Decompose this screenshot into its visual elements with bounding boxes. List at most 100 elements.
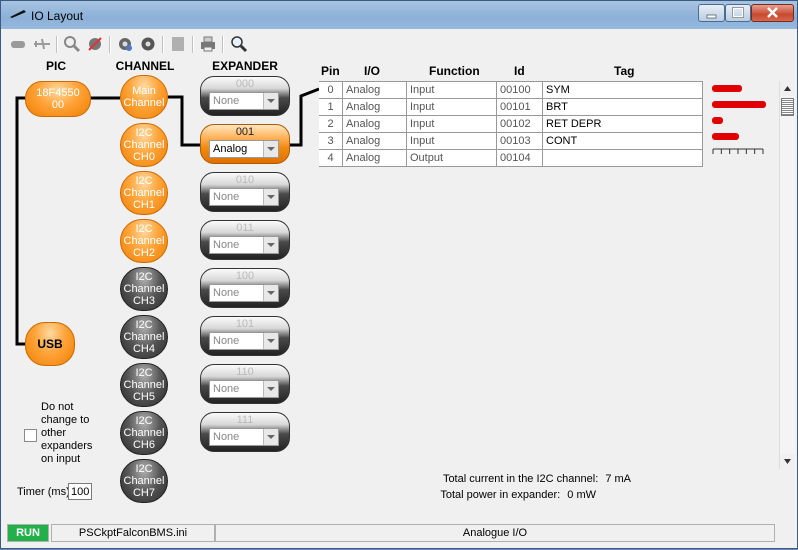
status-mode: Analogue I/O bbox=[215, 524, 775, 542]
pic-button[interactable]: 18F4550 00 bbox=[25, 81, 91, 117]
timer-input[interactable]: 100 bbox=[68, 483, 92, 500]
vertical-scrollbar[interactable] bbox=[779, 81, 795, 469]
cell-tag: RET DEPR bbox=[543, 116, 703, 132]
output-scale bbox=[712, 148, 764, 154]
cell-io: Analog bbox=[343, 150, 407, 166]
channel-label: Channel bbox=[123, 97, 165, 109]
expander-address: 110 bbox=[236, 366, 254, 378]
io-layout-window: IO Layout PIC CHANNEL EXPANDER 18F4550 0… bbox=[0, 0, 798, 549]
expander-slot[interactable]: 111 None bbox=[200, 412, 290, 452]
cell-function: Input bbox=[407, 82, 497, 98]
channel-button[interactable]: I2C Channel CH4 bbox=[120, 315, 168, 359]
table-row[interactable]: 1 Analog Input 00101 BRT bbox=[319, 99, 703, 116]
cell-pin: 0 bbox=[319, 82, 343, 98]
chevron-down-icon[interactable] bbox=[263, 93, 278, 109]
table-row[interactable]: 3 Analog Input 00103 CONT bbox=[319, 133, 703, 150]
expander-slot[interactable]: 100 None bbox=[200, 268, 290, 308]
expander-slot[interactable]: 001 Analog bbox=[200, 124, 290, 164]
expander-type-value: None bbox=[213, 191, 240, 203]
chevron-down-icon[interactable] bbox=[263, 189, 278, 205]
chevron-down-icon[interactable] bbox=[263, 237, 278, 253]
table-row[interactable]: 2 Analog Input 00102 RET DEPR bbox=[319, 116, 703, 133]
table-row[interactable]: 0 Analog Input 00100 SYM bbox=[319, 82, 703, 99]
channel-button[interactable]: I2C Channel CH1 bbox=[120, 171, 168, 215]
scroll-thumb[interactable] bbox=[781, 98, 794, 116]
cell-io: Analog bbox=[343, 133, 407, 149]
channel-label: I2C bbox=[135, 175, 153, 187]
channel-label: CH4 bbox=[132, 343, 155, 355]
timer-label: Timer (ms) bbox=[17, 486, 70, 498]
no-change-checkbox[interactable] bbox=[24, 429, 37, 442]
channel-button[interactable]: I2C Channel CH2 bbox=[120, 219, 168, 263]
channel-button[interactable]: I2C Channel CH5 bbox=[120, 363, 168, 407]
cell-tag: CONT bbox=[543, 133, 703, 149]
expander-type-select[interactable]: None bbox=[209, 92, 279, 110]
chevron-down-icon[interactable] bbox=[263, 381, 278, 397]
channel-button[interactable]: I2C Channel CH3 bbox=[120, 267, 168, 311]
channel-button[interactable]: I2C Channel CH7 bbox=[120, 459, 168, 503]
table-row[interactable]: 4 Analog Output 00104 bbox=[319, 150, 703, 167]
expander-type-select[interactable]: None bbox=[209, 188, 279, 206]
channel-label: I2C bbox=[135, 223, 153, 235]
channel-label: CH1 bbox=[132, 199, 155, 211]
cell-function: Input bbox=[407, 99, 497, 115]
io-header: I/O bbox=[364, 64, 381, 78]
cell-pin: 3 bbox=[319, 133, 343, 149]
channel-label: Channel bbox=[123, 331, 165, 343]
status-filename: PSCkptFalconBMS.ini bbox=[51, 524, 215, 542]
power-value: 0 mW bbox=[567, 489, 596, 501]
channel-label: I2C bbox=[135, 463, 153, 475]
pic-header: PIC bbox=[45, 59, 66, 73]
expander-type-value: None bbox=[213, 383, 240, 395]
function-header: Function bbox=[429, 64, 480, 78]
usb-button[interactable]: USB bbox=[25, 322, 75, 366]
chevron-down-icon[interactable] bbox=[263, 429, 278, 445]
current-label: Total current in the I2C channel: bbox=[442, 473, 599, 485]
expander-type-value: None bbox=[213, 335, 240, 347]
current-value: 7 mA bbox=[605, 473, 631, 485]
level-bar bbox=[712, 117, 723, 124]
expander-type-select[interactable]: None bbox=[209, 236, 279, 254]
expander-slot[interactable]: 011 None bbox=[200, 220, 290, 260]
chevron-down-icon[interactable] bbox=[263, 285, 278, 301]
channel-label: Main bbox=[132, 85, 156, 97]
expander-type-select[interactable]: None bbox=[209, 428, 279, 446]
expander-type-value: None bbox=[213, 431, 240, 443]
expander-type-value: None bbox=[213, 287, 240, 299]
channel-label: Channel bbox=[123, 139, 165, 151]
expander-slot[interactable]: 101 None bbox=[200, 316, 290, 356]
channel-button[interactable]: I2C Channel CH0 bbox=[120, 123, 168, 167]
channel-button[interactable]: Main Channel bbox=[120, 75, 168, 119]
chevron-down-icon[interactable] bbox=[263, 141, 278, 157]
cell-id: 00102 bbox=[497, 116, 543, 132]
channel-label: CH6 bbox=[132, 439, 155, 451]
expander-address: 001 bbox=[235, 126, 255, 138]
pin-header: Pin bbox=[321, 64, 340, 78]
expander-slot[interactable]: 010 None bbox=[200, 172, 290, 212]
expander-type-select[interactable]: Analog bbox=[209, 140, 279, 158]
channel-label: Channel bbox=[123, 235, 165, 247]
chevron-down-icon[interactable] bbox=[263, 333, 278, 349]
status-bar: RUN PSCkptFalconBMS.ini Analogue I/O bbox=[5, 524, 795, 544]
cell-pin: 1 bbox=[319, 99, 343, 115]
expander-address: 111 bbox=[236, 414, 254, 426]
channel-label: CH3 bbox=[132, 295, 155, 307]
scroll-up-button[interactable] bbox=[780, 81, 795, 96]
pic-address: 00 bbox=[51, 99, 65, 111]
expander-type-value: None bbox=[213, 239, 240, 251]
scroll-down-button[interactable] bbox=[780, 454, 795, 469]
cell-io: Analog bbox=[343, 116, 407, 132]
channel-label: I2C bbox=[135, 319, 153, 331]
expander-slot[interactable]: 110 None bbox=[200, 364, 290, 404]
expander-slot[interactable]: 000 None bbox=[200, 76, 290, 116]
cell-io: Analog bbox=[343, 82, 407, 98]
expander-type-select[interactable]: None bbox=[209, 332, 279, 350]
no-change-label: Do not change to other expanders on inpu… bbox=[41, 401, 93, 465]
expander-type-select[interactable]: None bbox=[209, 380, 279, 398]
channel-label: Channel bbox=[123, 475, 165, 487]
channel-label: Channel bbox=[123, 187, 165, 199]
channel-button[interactable]: I2C Channel CH6 bbox=[120, 411, 168, 455]
cell-id: 00100 bbox=[497, 82, 543, 98]
current-summary: Total current in the I2C channel: 7 mA bbox=[401, 473, 631, 485]
expander-type-select[interactable]: None bbox=[209, 284, 279, 302]
